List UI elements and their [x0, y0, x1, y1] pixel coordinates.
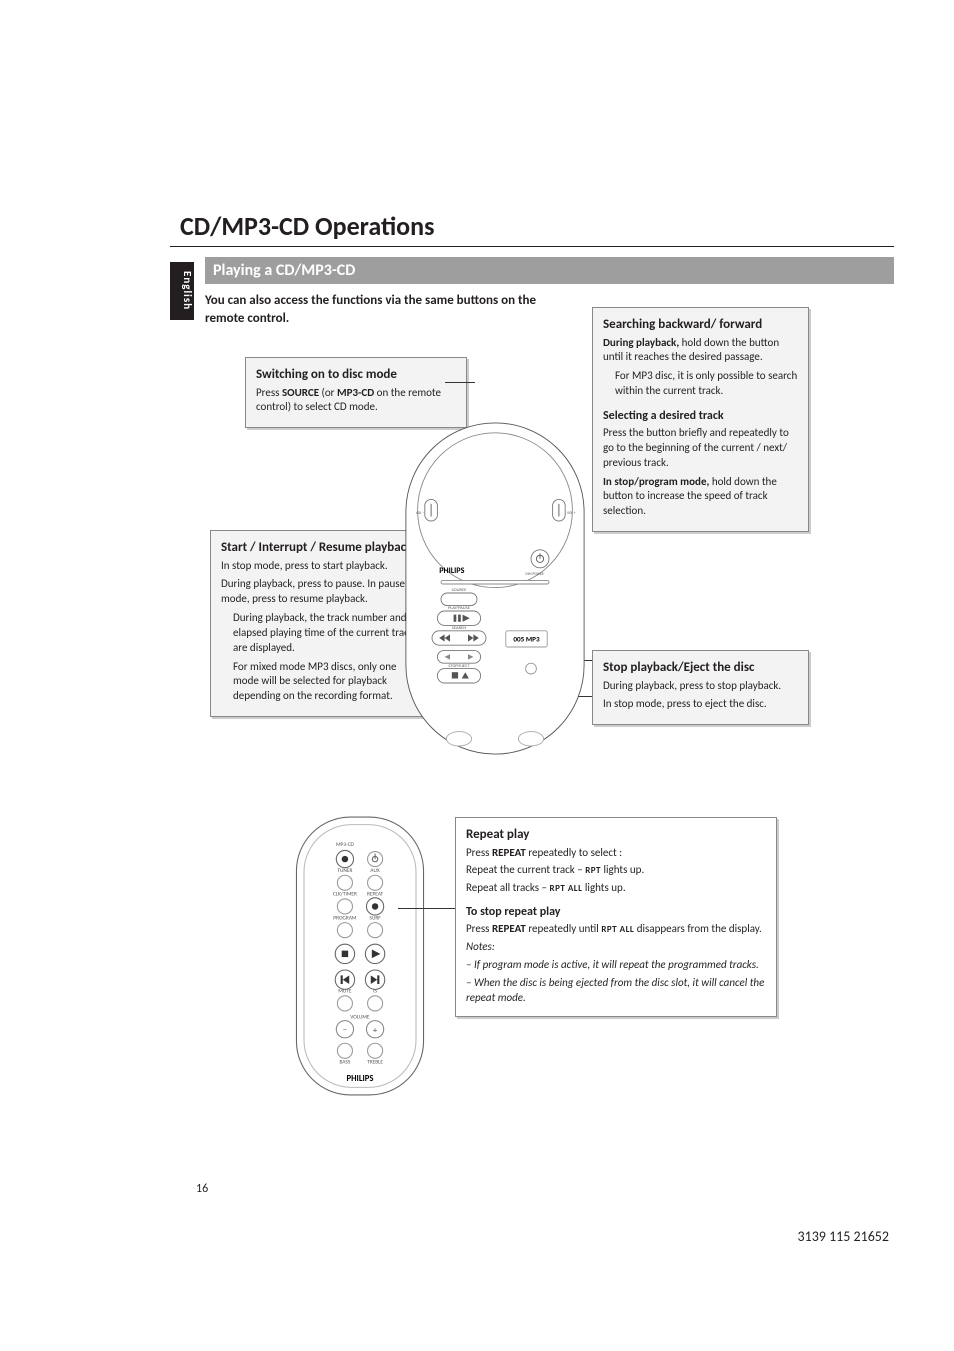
callout-heading: Stop playback/Eject the disc [603, 659, 798, 677]
callout-heading: Searching backward/ forward [603, 316, 798, 334]
callout-body: For mixed mode MP3 discs, only one mode … [233, 660, 421, 705]
remote-brand: PHILIPS [347, 1074, 374, 1084]
title-rule [170, 246, 894, 247]
callout-bullet: Repeat all tracks – RPT ALL lights up. [466, 881, 766, 896]
svg-text:VOLUME: VOLUME [350, 1014, 370, 1020]
svg-text:TUNER: TUNER [337, 868, 352, 874]
leader-line [445, 382, 475, 383]
svg-text:+: + [373, 1025, 378, 1035]
callout-body: During playback, press to stop playback. [603, 679, 798, 694]
remote-diagram: MP3-CD TUNER AUX CLK/TIMER REPEAT PROGRA… [295, 816, 425, 1096]
callout-body: For MP3 disc, it is only possible to sea… [615, 369, 798, 399]
svg-text:IS: IS [373, 989, 377, 995]
callout-heading: To stop repeat play [466, 904, 766, 920]
callout-body: In stop mode, press to eject the disc. [603, 697, 798, 712]
callout-heading: Switching on to disc mode [256, 366, 456, 384]
callout-stop: Stop playback/Eject the disc During play… [592, 650, 809, 725]
callout-body: During playback, hold down the button un… [603, 336, 798, 366]
svg-text:MP3-CD: MP3-CD [336, 842, 355, 848]
remote-repeat-icon [372, 903, 378, 909]
callout-body: Press REPEAT repeatedly until RPT ALL di… [466, 922, 766, 937]
callout-search: Searching backward/ forward During playb… [592, 307, 809, 532]
remote-mp3cd-icon [342, 856, 348, 862]
callout-body: Press the button briefly and repeatedly … [603, 426, 798, 471]
callout-body: Press SOURCE (or MP3-CD on the remote co… [256, 386, 456, 416]
page-title: CD/MP3-CD Operations [180, 210, 894, 242]
stop-icon [452, 672, 458, 678]
intro-text: You can also access the functions via th… [205, 292, 565, 327]
leader-line [398, 908, 455, 909]
footer-code: 3139 115 21652 [798, 1228, 889, 1245]
vol-plus-label: VOL + [567, 511, 576, 515]
note-item: – When the disc is being ejected from th… [466, 976, 766, 1006]
device-diagram: VOL – VOL + DIM POWER PHILIPS SOURCE PLA… [405, 422, 585, 755]
callout-repeat: Repeat play Press REPEAT repeatedly to s… [455, 817, 777, 1017]
svg-text:SURF: SURF [369, 915, 381, 921]
callout-switch-mode: Switching on to disc mode Press SOURCE (… [245, 357, 467, 428]
btn-play-label: PLAY/PAUSE [448, 606, 471, 611]
svg-text:CLK/TIMER: CLK/TIMER [333, 892, 357, 898]
btn-search-label: SEARCH [452, 626, 467, 631]
callout-heading: Selecting a desired track [603, 408, 798, 424]
callout-body: During playback, the track number and el… [233, 611, 421, 656]
callout-body: Press REPEAT repeatedly to select : [466, 846, 766, 861]
callout-start-playback: Start / Interrupt / Resume playback In s… [210, 530, 432, 717]
note-item: – If program mode is active, it will rep… [466, 958, 766, 973]
display-text: 005 MP3 [513, 635, 540, 644]
callout-body: In stop/program mode, hold down the butt… [603, 475, 798, 520]
btn-stop-label: STOP/EJECT [448, 664, 470, 669]
section-subtitle: Playing a CD/MP3-CD [205, 257, 894, 284]
callout-heading: Start / Interrupt / Resume playback [221, 539, 421, 557]
language-tab: English [170, 262, 194, 320]
vol-minus-label: VOL – [416, 511, 425, 515]
callout-heading: Repeat play [466, 826, 766, 844]
callout-body: In stop mode, press to start playback. [221, 559, 421, 574]
svg-text:AUX: AUX [370, 868, 379, 874]
svg-text:PROGRAM: PROGRAM [333, 915, 357, 921]
svg-text:REPEAT: REPEAT [367, 892, 384, 898]
callout-bullet: Repeat the current track – RPT lights up… [466, 863, 766, 878]
svg-text:TREBLE: TREBLE [367, 1060, 383, 1066]
dim-power-label: DIM POWER [526, 572, 544, 576]
svg-text:−: − [343, 1025, 347, 1035]
brand-label: PHILIPS [439, 566, 464, 576]
btn-source-label: SOURCE [452, 588, 468, 593]
page-number: 16 [196, 1182, 208, 1196]
svg-text:MUTE: MUTE [338, 989, 352, 995]
notes-heading: Notes: [466, 940, 766, 955]
svg-text:BASS: BASS [339, 1060, 350, 1066]
remote-stop-icon [342, 951, 348, 957]
callout-body: During playback, press to pause. In paus… [221, 577, 421, 607]
